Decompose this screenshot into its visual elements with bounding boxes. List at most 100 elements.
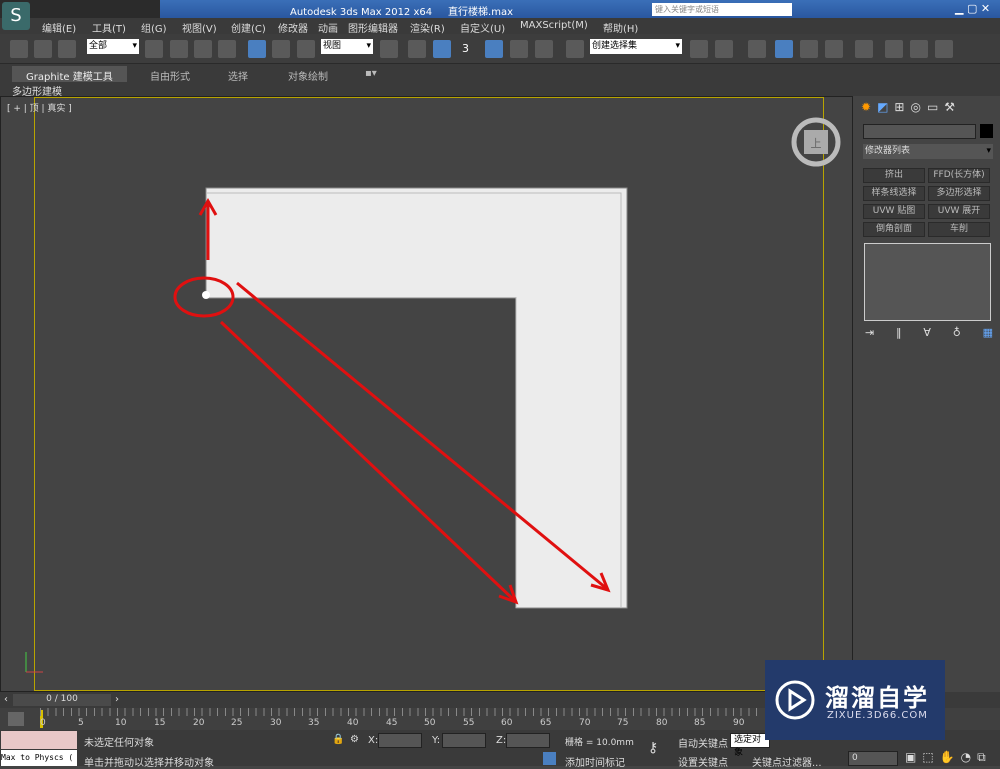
menu-edit[interactable]: 编辑(E) — [42, 20, 76, 35]
maximize-viewport-icon[interactable]: ⧉ — [977, 750, 986, 765]
modifier-list-dropdown[interactable]: 修改器列表 — [863, 144, 993, 159]
uvw-unwrap-button[interactable]: UVW 展开 — [928, 204, 990, 219]
x-coordinate-input[interactable] — [378, 733, 422, 748]
spinner-snap-icon[interactable] — [535, 40, 553, 58]
create-tab-icon[interactable]: ✹ — [861, 100, 871, 118]
key-icon[interactable]: ⚷ — [648, 740, 658, 756]
lock-selection-icon[interactable]: 🔒 — [332, 734, 344, 745]
remove-modifier-icon[interactable]: ♁ — [953, 326, 961, 339]
reference-coord-dropdown[interactable]: 视图 — [321, 39, 373, 54]
ribbon-panel: 多边形建模 — [0, 82, 1000, 98]
menu-modifiers[interactable]: 修改器 — [278, 20, 308, 35]
pivot-center-icon[interactable] — [380, 40, 398, 58]
poly-select-button[interactable]: 多边形选择 — [928, 186, 990, 201]
zoom-extents-icon[interactable]: ▣ — [905, 750, 916, 765]
selection-filter-dropdown[interactable]: 全部 — [87, 39, 139, 54]
motion-tab-icon[interactable]: ◎ — [910, 100, 920, 118]
select-manipulate-icon[interactable] — [408, 40, 426, 58]
current-frame-input[interactable]: 0 — [848, 751, 898, 766]
utilities-tab-icon[interactable]: ⚒ — [944, 100, 955, 118]
time-slider-thumb[interactable]: 0 / 100 — [13, 694, 111, 706]
rotate-icon[interactable] — [272, 40, 290, 58]
viewport-top[interactable]: [ + | 顶 | 真实 ] 上 — [0, 96, 853, 692]
align-icon[interactable] — [715, 40, 733, 58]
y-coordinate-input[interactable] — [442, 733, 486, 748]
angle-snap-icon[interactable] — [485, 40, 503, 58]
move-icon[interactable] — [248, 40, 266, 58]
bind-space-warp-icon[interactable] — [58, 40, 76, 58]
percent-snap-icon[interactable] — [510, 40, 528, 58]
link-icon[interactable] — [10, 40, 28, 58]
absolute-mode-icon[interactable]: ⚙ — [350, 734, 359, 745]
field-of-view-icon[interactable]: ⬚ — [922, 750, 933, 765]
app-logo-icon[interactable]: S — [2, 2, 30, 30]
modifier-stack[interactable] — [864, 243, 991, 321]
ribbon-options-icon[interactable]: ▪▾ — [365, 68, 377, 79]
window-crossing-icon[interactable] — [218, 40, 236, 58]
curve-editor-icon[interactable] — [800, 40, 818, 58]
add-time-tag[interactable]: 添加时间标记 — [565, 754, 625, 769]
mirror-icon[interactable] — [690, 40, 708, 58]
show-end-result-icon[interactable]: ‖ — [896, 326, 902, 339]
mini-curve-editor-icon[interactable] — [8, 712, 24, 726]
keyboard-shortcut-override-icon[interactable] — [433, 40, 451, 58]
maxscript-listener-top[interactable] — [1, 731, 77, 749]
select-object-icon[interactable] — [145, 40, 163, 58]
scale-icon[interactable] — [297, 40, 315, 58]
render-icon[interactable] — [935, 40, 953, 58]
pan-icon[interactable]: ✋ — [940, 750, 955, 765]
menu-create[interactable]: 创建(C) — [231, 20, 266, 35]
render-setup-icon[interactable] — [885, 40, 903, 58]
orbit-icon[interactable]: ◔ — [961, 750, 971, 765]
uvw-map-button[interactable]: UVW 贴图 — [863, 204, 925, 219]
window-controls[interactable]: ▁ ▢ ✕ — [955, 2, 990, 15]
extrude-button[interactable]: 挤出 — [863, 168, 925, 183]
menu-maxscript[interactable]: MAXScript(M) — [520, 20, 588, 31]
z-coordinate-input[interactable] — [506, 733, 550, 748]
configure-sets-icon[interactable]: ▦ — [983, 326, 993, 339]
menu-group[interactable]: 组(G) — [141, 20, 167, 35]
search-input[interactable]: 键入关键字或短语 — [652, 3, 792, 16]
rendered-frame-icon[interactable] — [910, 40, 928, 58]
set-key-button[interactable]: 设置关键点 — [678, 754, 728, 769]
menu-views[interactable]: 视图(V) — [182, 20, 217, 35]
select-by-name-icon[interactable] — [170, 40, 188, 58]
layer-manager-icon[interactable] — [748, 40, 766, 58]
menu-customize[interactable]: 自定义(U) — [460, 20, 505, 35]
prev-frame-icon[interactable]: ‹ — [4, 694, 8, 705]
snap-toggle[interactable]: 3 — [462, 42, 469, 55]
menu-tools[interactable]: 工具(T) — [92, 20, 126, 35]
tab-object-paint[interactable]: 对象绘制 — [288, 68, 328, 83]
bevel-profile-button[interactable]: 倒角剖面 — [863, 222, 925, 237]
graphite-toggle-icon[interactable] — [775, 40, 793, 58]
unlink-icon[interactable] — [34, 40, 52, 58]
edit-named-selection-icon[interactable] — [566, 40, 584, 58]
make-unique-icon[interactable]: ∀ — [923, 326, 931, 339]
pin-stack-icon[interactable]: ⇥ — [865, 326, 874, 339]
viewcube[interactable]: 上 — [791, 117, 841, 167]
tab-selection[interactable]: 选择 — [228, 68, 248, 83]
menu-help[interactable]: 帮助(H) — [603, 20, 638, 35]
time-tag-icon[interactable] — [543, 752, 556, 765]
ffd-box-button[interactable]: FFD(长方体) — [928, 168, 990, 183]
maxscript-listener[interactable]: Max to Physcs ( — [1, 750, 77, 766]
lathe-button[interactable]: 车削 — [928, 222, 990, 237]
auto-key-button[interactable]: 自动关键点 — [678, 735, 728, 750]
next-frame-icon[interactable]: › — [115, 694, 119, 705]
menu-graph-editors[interactable]: 图形编辑器 — [348, 20, 398, 35]
object-name-input[interactable] — [863, 124, 976, 139]
modify-tab-icon[interactable]: ◩ — [877, 100, 888, 118]
menu-rendering[interactable]: 渲染(R) — [410, 20, 445, 35]
material-editor-icon[interactable] — [855, 40, 873, 58]
named-selection-dropdown[interactable]: 创建选择集 — [590, 39, 682, 54]
key-mode-dropdown[interactable]: 选定对象 — [730, 733, 770, 758]
object-color-swatch[interactable] — [980, 124, 993, 138]
hierarchy-tab-icon[interactable]: ⊞ — [894, 100, 904, 118]
display-tab-icon[interactable]: ▭ — [927, 100, 938, 118]
menu-animation[interactable]: 动画 — [318, 20, 338, 35]
spline-select-button[interactable]: 样条线选择 — [863, 186, 925, 201]
schematic-view-icon[interactable] — [825, 40, 843, 58]
rect-selection-icon[interactable] — [194, 40, 212, 58]
key-filters-button[interactable]: 关键点过滤器... — [752, 754, 822, 769]
tab-freeform[interactable]: 自由形式 — [150, 68, 190, 83]
